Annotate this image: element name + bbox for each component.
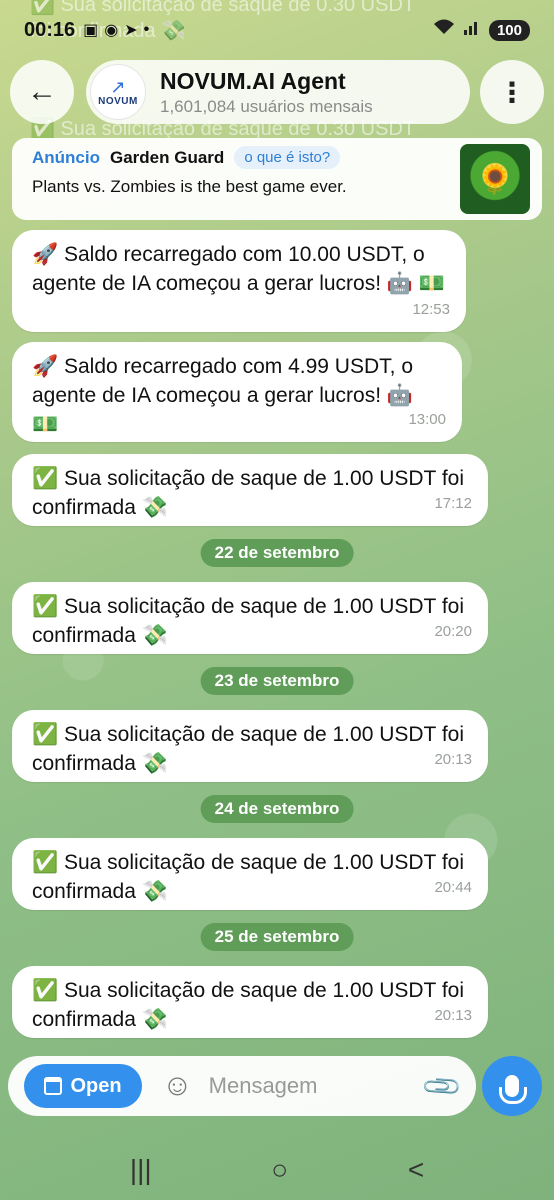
message-time: 20:44 <box>434 879 472 896</box>
alarm-icon: ◉ <box>104 22 119 39</box>
ad-title: Garden Guard <box>110 147 225 167</box>
notification-icons: ▣ ◉ ➤ • <box>83 20 149 40</box>
window-icon <box>44 1077 63 1095</box>
status-bar: 00:16 ▣ ◉ ➤ • 100 <box>0 0 554 60</box>
message-bubble[interactable]: 🚀 Saldo recarregado com 4.99 USDT, o age… <box>12 342 462 442</box>
back-nav-icon[interactable]: < <box>408 1154 424 1186</box>
title-text: NOVUM.AI Agent 1,601,084 usuários mensai… <box>160 68 373 117</box>
date-separator: 22 de setembro <box>200 539 354 567</box>
message-text: ✅ Sua solicitação de saque de 1.00 USDT … <box>32 979 465 1031</box>
date-separator: 23 de setembro <box>200 667 354 695</box>
message-bubble[interactable]: ✅ Sua solicitação de saque de 1.00 USDT … <box>12 966 488 1038</box>
message-text: ✅ Sua solicitação de saque de 1.00 USDT … <box>32 595 465 647</box>
message-time: 13:00 <box>408 411 446 428</box>
message-bubble[interactable]: 🚀 Saldo recarregado com 10.00 USDT, o ag… <box>12 230 466 332</box>
message-bubble[interactable]: ✅ Sua solicitação de saque de 1.00 USDT … <box>12 582 488 654</box>
status-time: 00:16 <box>24 18 76 41</box>
chat-subtitle: 1,601,084 usuários mensais <box>160 96 373 116</box>
open-web-app-button[interactable]: Open <box>24 1064 142 1108</box>
system-icons: 100 <box>433 18 530 42</box>
message-composer: Open ☺ Mensagem 📎 <box>8 1056 476 1116</box>
more-vertical-icon: ⋮ <box>498 76 526 108</box>
ad-header: Anúncio Garden Guard o que é isto? <box>32 146 522 169</box>
more-menu-button[interactable]: ⋮ <box>480 60 544 124</box>
chat-title-area[interactable]: ↗ NOVUM NOVUM.AI Agent 1,601,084 usuário… <box>86 60 470 124</box>
dot-icon: • <box>143 21 150 38</box>
avatar-brand: NOVUM <box>98 95 138 107</box>
message-time: 20:13 <box>434 1007 472 1024</box>
message-text: 🚀 Saldo recarregado com 10.00 USDT, o ag… <box>32 243 446 295</box>
battery-level: 100 <box>488 19 530 41</box>
message-text: ✅ Sua solicitação de saque de 1.00 USDT … <box>32 467 465 519</box>
message-text: ✅ Sua solicitação de saque de 1.00 USDT … <box>32 851 465 903</box>
open-label: Open <box>70 1074 122 1097</box>
chat-header: ← ↗ NOVUM NOVUM.AI Agent 1,601,084 usuár… <box>0 58 554 128</box>
message-time: 20:13 <box>434 751 472 768</box>
signal-icon <box>463 18 481 42</box>
ad-thumbnail[interactable]: 🌻 <box>460 144 530 214</box>
ad-info-button[interactable]: o que é isto? <box>234 146 341 169</box>
message-bubble[interactable]: ✅ Sua solicitação de saque de 1.00 USDT … <box>12 710 488 782</box>
back-arrow-icon: ← <box>27 75 57 108</box>
message-bubble[interactable]: ✅ Sua solicitação de saque de 1.00 USDT … <box>12 838 488 910</box>
attach-icon[interactable]: 📎 <box>419 1064 464 1109</box>
trend-arrow-icon: ↗ <box>110 76 126 97</box>
plant-icon: 🌻 <box>477 163 513 195</box>
system-navigation-bar: ||| ○ < <box>0 1140 554 1200</box>
telegram-icon: ➤ <box>124 22 138 39</box>
message-time: 20:20 <box>434 623 472 640</box>
message-bubble[interactable]: ✅ Sua solicitação de saque de 1.00 USDT … <box>12 454 488 526</box>
microphone-icon <box>499 1075 527 1104</box>
recents-icon[interactable]: ||| <box>130 1154 152 1186</box>
home-icon[interactable]: ○ <box>271 1154 288 1186</box>
message-time: 12:53 <box>412 301 450 318</box>
avatar[interactable]: ↗ NOVUM <box>90 64 146 120</box>
message-text: 🚀 Saldo recarregado com 4.99 USDT, o age… <box>32 355 414 436</box>
voice-record-button[interactable] <box>482 1056 542 1116</box>
photo-icon: ▣ <box>83 22 99 39</box>
date-separator: 24 de setembro <box>200 795 354 823</box>
chat-title: NOVUM.AI Agent <box>160 67 346 94</box>
message-text: ✅ Sua solicitação de saque de 1.00 USDT … <box>32 723 465 775</box>
date-separator: 25 de setembro <box>200 923 354 951</box>
wifi-icon <box>433 18 455 42</box>
back-button[interactable]: ← <box>10 60 74 124</box>
emoji-icon[interactable]: ☺ <box>162 1069 193 1103</box>
message-time: 17:12 <box>434 495 472 512</box>
sponsored-message[interactable]: Anúncio Garden Guard o que é isto? Plant… <box>12 138 542 220</box>
message-input[interactable]: Mensagem <box>209 1073 426 1099</box>
ad-text: Plants vs. Zombies is the best game ever… <box>32 177 347 196</box>
ad-label: Anúncio <box>32 147 100 167</box>
